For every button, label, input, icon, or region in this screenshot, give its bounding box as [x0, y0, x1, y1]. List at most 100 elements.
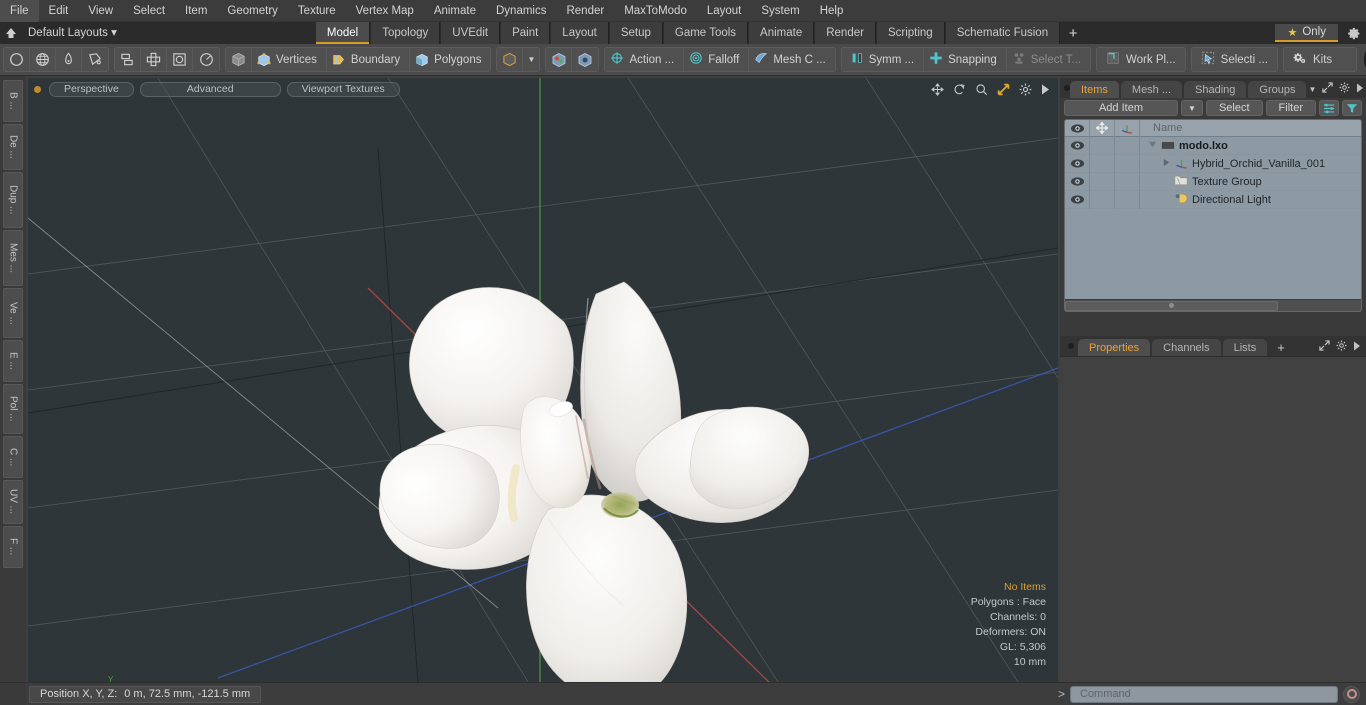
row-visibility-toggle[interactable] — [1065, 136, 1090, 155]
add-item-dropdown-icon[interactable]: ▼ — [1180, 100, 1203, 116]
popout-icon[interactable] — [1319, 340, 1330, 354]
tab-schematic-fusion[interactable]: Schematic Fusion — [944, 22, 1061, 44]
home-icon[interactable] — [0, 22, 22, 44]
tab-model[interactable]: Model — [314, 22, 371, 44]
only-toggle-button[interactable]: ★ Only — [1275, 24, 1338, 42]
shader-alt-icon[interactable] — [572, 48, 598, 71]
zoom-icon[interactable] — [975, 83, 988, 96]
pan-icon[interactable] — [931, 82, 944, 96]
panel-menu-dot-icon[interactable] — [1064, 336, 1078, 356]
table-row[interactable]: modo.lxo — [1065, 136, 1361, 155]
row-label-cell[interactable]: Directional Light — [1140, 192, 1361, 207]
row-label-cell[interactable]: Hybrid_Orchid_Vanilla_001 — [1140, 156, 1361, 172]
menu-item-maxtomodo[interactable]: MaxToModo — [614, 0, 697, 22]
row-visibility-toggle[interactable] — [1065, 190, 1090, 209]
left-tab-mesh-edit[interactable]: Mes ... — [3, 230, 23, 286]
table-row[interactable]: Hybrid_Orchid_Vanilla_001 — [1065, 154, 1361, 173]
circle-icon[interactable] — [4, 48, 30, 71]
left-tab-deform[interactable]: De ... — [3, 124, 23, 170]
row-lock-cell[interactable] — [1090, 172, 1115, 191]
menu-item-dynamics[interactable]: Dynamics — [486, 0, 556, 22]
scrollbar-thumb[interactable] — [1065, 300, 1279, 311]
layout-preset-selector[interactable]: Default Layouts ▾ — [22, 22, 127, 44]
row-transform-cell[interactable] — [1115, 136, 1140, 155]
menu-item-vertex-map[interactable]: Vertex Map — [346, 0, 424, 22]
gear-icon[interactable] — [1342, 27, 1366, 40]
tab-shading[interactable]: Shading — [1184, 81, 1247, 98]
frame-icon[interactable] — [167, 48, 193, 71]
align-icon[interactable] — [115, 48, 141, 71]
viewport-textures-button[interactable]: Viewport Textures — [286, 81, 400, 97]
row-lock-cell[interactable] — [1090, 154, 1115, 173]
tab-topology[interactable]: Topology — [370, 22, 441, 44]
tab-lists[interactable]: Lists — [1222, 339, 1268, 356]
item-list[interactable]: Name modo.lxo Hybrid_Orchid_Vanilla_001 … — [1064, 119, 1362, 312]
selection-mode-vertices[interactable]: Vertices — [252, 48, 327, 71]
row-transform-cell[interactable] — [1115, 172, 1140, 191]
row-lock-cell[interactable] — [1090, 136, 1115, 155]
filter-funnel-icon[interactable] — [1342, 100, 1362, 116]
falloff-button[interactable]: Falloff — [684, 48, 750, 71]
rotate-icon[interactable] — [193, 48, 219, 71]
menu-item-animate[interactable]: Animate — [424, 0, 486, 22]
globe-icon[interactable] — [30, 48, 56, 71]
chevron-down-icon[interactable]: ▼ — [523, 48, 539, 71]
menu-item-texture[interactable]: Texture — [288, 0, 346, 22]
tab-paint[interactable]: Paint — [500, 22, 551, 44]
gear-icon[interactable] — [1336, 340, 1347, 354]
tab-setup[interactable]: Setup — [608, 22, 663, 44]
brush-icon[interactable] — [82, 48, 108, 71]
mesh-constraint-button[interactable]: Mesh C ... — [749, 48, 834, 71]
gear-icon[interactable] — [1339, 82, 1350, 96]
work-plane-button[interactable]: Work Pl... — [1096, 47, 1186, 72]
list-options-icon[interactable] — [1319, 100, 1339, 116]
symmetry-button[interactable]: Symm ... — [842, 48, 925, 71]
chevron-right-icon[interactable] — [1041, 84, 1050, 95]
select-button[interactable]: Select — [1205, 100, 1263, 116]
chevron-right-icon[interactable] — [1356, 83, 1364, 96]
tab-properties[interactable]: Properties — [1078, 339, 1151, 356]
menu-item-file[interactable]: File — [0, 0, 39, 22]
viewport-shading-button[interactable]: Advanced — [139, 81, 281, 97]
table-row[interactable]: Texture Group — [1065, 172, 1361, 191]
menu-item-item[interactable]: Item — [175, 0, 217, 22]
left-tab-polygon[interactable]: Pol ... — [3, 384, 23, 434]
selection-mode-boundary[interactable]: Boundary — [327, 48, 411, 71]
command-input[interactable]: Command — [1070, 685, 1338, 703]
menu-item-select[interactable]: Select — [123, 0, 175, 22]
chevron-right-icon[interactable] — [1353, 341, 1361, 354]
left-tab-basic[interactable]: B ... — [3, 80, 23, 122]
tab-layout[interactable]: Layout — [550, 22, 609, 44]
row-visibility-toggle[interactable] — [1065, 154, 1090, 173]
selection-sets-button[interactable]: Selecti ... — [1190, 47, 1278, 72]
left-tab-vertex[interactable]: Ve ... — [3, 288, 23, 338]
menu-item-geometry[interactable]: Geometry — [217, 0, 288, 22]
cube-icon[interactable] — [226, 48, 252, 71]
pen-icon[interactable] — [56, 48, 82, 71]
viewport-projection-button[interactable]: Perspective — [49, 81, 134, 97]
tab-game-tools[interactable]: Game Tools — [662, 22, 749, 44]
row-transform-cell[interactable] — [1115, 154, 1140, 173]
row-label-cell[interactable]: modo.lxo — [1140, 139, 1361, 153]
tab-mesh[interactable]: Mesh ... — [1120, 81, 1183, 98]
menu-item-view[interactable]: View — [78, 0, 123, 22]
gear-icon[interactable] — [1019, 83, 1032, 96]
menu-item-help[interactable]: Help — [810, 0, 854, 22]
add-item-button[interactable]: Add Item — [1064, 100, 1178, 116]
row-label-cell[interactable]: Texture Group — [1140, 174, 1361, 189]
menu-item-system[interactable]: System — [751, 0, 809, 22]
item-list-horizontal-scrollbar[interactable] — [1065, 299, 1361, 311]
left-tab-curve[interactable]: C ... — [3, 436, 23, 478]
table-row[interactable]: Directional Light — [1065, 190, 1361, 209]
menu-item-layout[interactable]: Layout — [697, 0, 752, 22]
viewport-menu-dot-icon[interactable] — [34, 85, 41, 93]
tab-render[interactable]: Render — [814, 22, 876, 44]
shader-preview-icon[interactable] — [546, 48, 573, 71]
rotate-icon[interactable] — [953, 83, 966, 96]
fit-icon[interactable] — [997, 83, 1010, 96]
chevron-down-icon[interactable]: ▼ — [1308, 85, 1316, 94]
action-center-button[interactable]: Action ... — [605, 48, 685, 71]
tab-uvedit[interactable]: UVEdit — [440, 22, 501, 44]
select-through-button[interactable]: Select T... — [1007, 48, 1090, 71]
row-visibility-toggle[interactable] — [1065, 172, 1090, 191]
